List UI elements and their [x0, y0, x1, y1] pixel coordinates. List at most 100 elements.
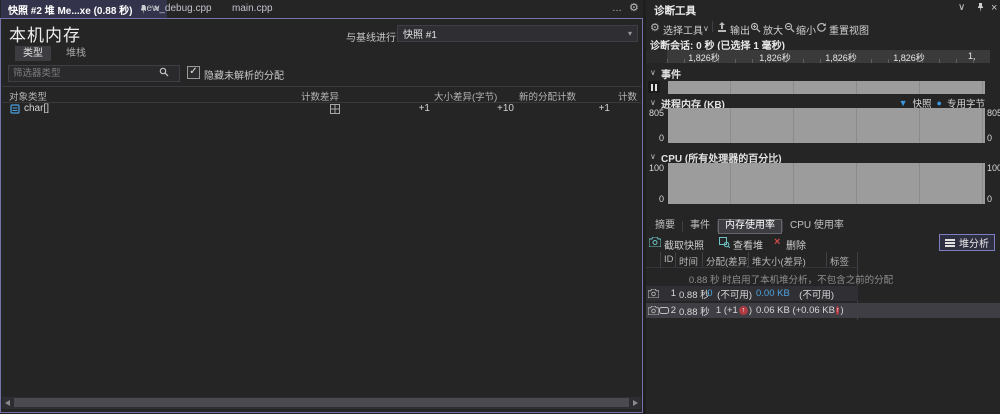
hide-unresolved-checkbox[interactable]: ✓ — [187, 66, 200, 79]
memory-ymin-right: 0 — [987, 133, 993, 143]
tab-stacks[interactable]: 堆栈 — [58, 46, 94, 61]
tab-cpu-usage[interactable]: CPU 使用率 — [783, 219, 851, 234]
memory-ymin-left: 0 — [658, 133, 664, 143]
page-title: 本机内存 — [9, 26, 81, 45]
horizontal-scrollbar[interactable] — [2, 397, 641, 409]
delete-button[interactable]: 删除 — [786, 237, 806, 252]
tab-main-cpp[interactable]: main.cpp — [232, 0, 273, 18]
tab-memory-usage[interactable]: 内存使用率 — [718, 219, 782, 234]
gear-icon: ⚙ — [650, 22, 660, 34]
snapshot-row-1[interactable]: 1 0.88 秒 0 (不可用) 0.00 KB (不可用) — [646, 286, 858, 301]
native-memory-pane: 本机内存 与基线进行比较: 快照 #1 ▾ 类型 堆栈 ✓ 隐藏未解析的分配 对… — [0, 18, 643, 413]
col-count-diff[interactable]: 计数差异 — [301, 89, 339, 103]
ellipsis-icon[interactable]: … — [612, 0, 622, 18]
search-icon[interactable] — [159, 67, 169, 77]
output-icon[interactable] — [717, 22, 727, 33]
diagnostics-title: 诊断工具 — [654, 5, 696, 17]
ruler-label: 1,826秒 — [688, 53, 720, 63]
snapshot-id-cell: 2 — [658, 305, 676, 316]
take-snapshot-button[interactable]: 截取快照 — [664, 237, 704, 252]
snapshot-time: 0.88 秒 — [679, 306, 710, 318]
heap-size[interactable]: 0.06 KB (+0.06 KB — [756, 305, 835, 316]
baseline-snapshot-select[interactable]: 快照 #1 ▾ — [397, 25, 638, 42]
col-id[interactable]: ID — [661, 252, 676, 267]
heap-profiling-notice: 0.88 秒 时启用了本机堆分析，不包含之前的分配 — [688, 275, 894, 286]
tab-types[interactable]: 类型 — [15, 46, 51, 61]
hide-unresolved-label: 隐藏未解析的分配 — [204, 71, 284, 82]
heap-close: ) — [840, 305, 844, 316]
editor-tab-strip: 快照 #2 堆 Me...xe (0.88 秒) × new_debug.cpp… — [0, 0, 643, 18]
chevron-down-icon[interactable]: ∨ — [958, 2, 965, 13]
alloc-note: (不可用) — [717, 289, 752, 301]
col-heap-size-diff[interactable]: 堆大小(差异) — [749, 252, 827, 267]
cpu-ymin-left: 0 — [658, 194, 664, 204]
col-alloc-diff[interactable]: 分配(差异) — [703, 252, 749, 267]
scroll-left-icon[interactable] — [5, 400, 10, 406]
col-tag[interactable]: 标签 — [827, 252, 857, 267]
check-icon: ✓ — [189, 66, 198, 77]
camera-icon[interactable] — [649, 237, 661, 247]
object-type-name: char[] — [24, 103, 50, 114]
col-count[interactable]: 计数 — [618, 89, 637, 103]
new-alloc-value: +1 — [598, 103, 610, 114]
cpu-chart-area[interactable] — [668, 163, 985, 204]
chevron-down-icon[interactable]: ∨ — [650, 98, 656, 107]
pin-icon[interactable] — [976, 3, 985, 12]
cpu-ymax-right: 100 — [987, 163, 1000, 173]
zoom-out-button[interactable]: 缩小 — [796, 22, 816, 37]
tag-icon — [658, 307, 669, 314]
tab-events[interactable]: 事件 — [683, 219, 717, 234]
table-row[interactable]: char[] +1 +10 +1 — [2, 102, 641, 117]
heap-size-link[interactable]: 0.00 KB — [756, 288, 790, 299]
diagnostic-tools-pane: 诊断工具 ∨ × ⚙ 选择工具 ∨ 输出 放大 缩小 重置视图 诊断会话: 0 … — [646, 0, 1000, 414]
alloc-count[interactable]: 1 (+1 — [716, 305, 738, 316]
heap-analysis-label: 堆分析 — [959, 239, 989, 250]
chevron-down-icon: ▾ — [627, 29, 632, 38]
heap-analysis-button[interactable]: 堆分析 — [939, 234, 995, 251]
reset-view-button[interactable]: 重置视图 — [829, 22, 869, 37]
memory-chart-area[interactable] — [668, 108, 985, 143]
col-object-type[interactable]: 对象类型 — [9, 89, 47, 103]
zoom-in-button[interactable]: 放大 — [763, 22, 783, 37]
scrollbar-thumb[interactable] — [14, 398, 629, 407]
cpu-chart: 100 0 100 0 — [646, 162, 1000, 205]
snapshot-row-2[interactable]: 2 0.88 秒 1 (+1 ↑ ) 0.06 KB (+0.06 KB ↑ ) — [646, 303, 1000, 318]
col-new-alloc-count[interactable]: 新的分配计数 — [519, 89, 576, 103]
alloc-count[interactable]: 0 — [707, 288, 712, 299]
count-diff-value: +1 — [418, 103, 430, 114]
zoom-in-icon[interactable] — [750, 22, 761, 33]
output-button[interactable]: 输出 — [730, 22, 750, 37]
select-tool-button[interactable]: 选择工具 — [663, 22, 703, 37]
close-icon[interactable]: × — [991, 2, 997, 14]
scroll-right-icon[interactable] — [633, 400, 638, 406]
snapshot-id: 1 — [670, 288, 676, 299]
snapshot-table-header: ID 时间 分配(差异) 堆大小(差异) 标签 — [646, 252, 857, 268]
gear-icon[interactable]: ⚙ — [629, 0, 639, 18]
ruler-lead — [646, 50, 667, 63]
chevron-down-icon[interactable]: ∨ — [703, 24, 709, 33]
zoom-out-icon[interactable] — [784, 22, 795, 33]
tab-summary[interactable]: 摘要 — [648, 219, 682, 234]
baseline-snapshot-value: 快照 #1 — [403, 30, 437, 41]
timeline-ruler[interactable]: 1,826秒 1,826秒 1,826秒 1,826秒 1, — [646, 50, 1000, 63]
filter-input[interactable] — [8, 65, 180, 82]
cpu-ymin-right: 0 — [987, 194, 993, 204]
ruler-label: 1,826秒 — [825, 53, 857, 63]
chevron-down-icon[interactable]: ∨ — [650, 68, 656, 77]
col-time[interactable]: 时间 — [676, 252, 703, 267]
view-heap-button[interactable]: 查看堆 — [733, 237, 763, 252]
col-size-diff[interactable]: 大小差异(字节) — [434, 89, 497, 103]
events-section-title[interactable]: 事件 — [661, 66, 681, 81]
reset-view-icon[interactable] — [816, 22, 827, 33]
tab-new-debug-cpp[interactable]: new_debug.cpp — [141, 0, 212, 18]
snapshot-alloc: 1 (+1 ↑ ) — [706, 305, 752, 316]
tab-snapshot-label: 快照 #2 堆 Me...xe (0.88 秒) — [8, 5, 133, 17]
events-track[interactable] — [668, 81, 985, 94]
toolbar-separator — [712, 21, 713, 32]
pause-icon — [648, 81, 660, 93]
delete-icon[interactable]: × — [774, 236, 780, 248]
size-diff-value: +10 — [497, 103, 514, 114]
chevron-down-icon[interactable]: ∨ — [650, 152, 656, 161]
increase-arrow-icon: ↑ — [835, 306, 840, 315]
view-heap-icon[interactable] — [719, 237, 730, 248]
